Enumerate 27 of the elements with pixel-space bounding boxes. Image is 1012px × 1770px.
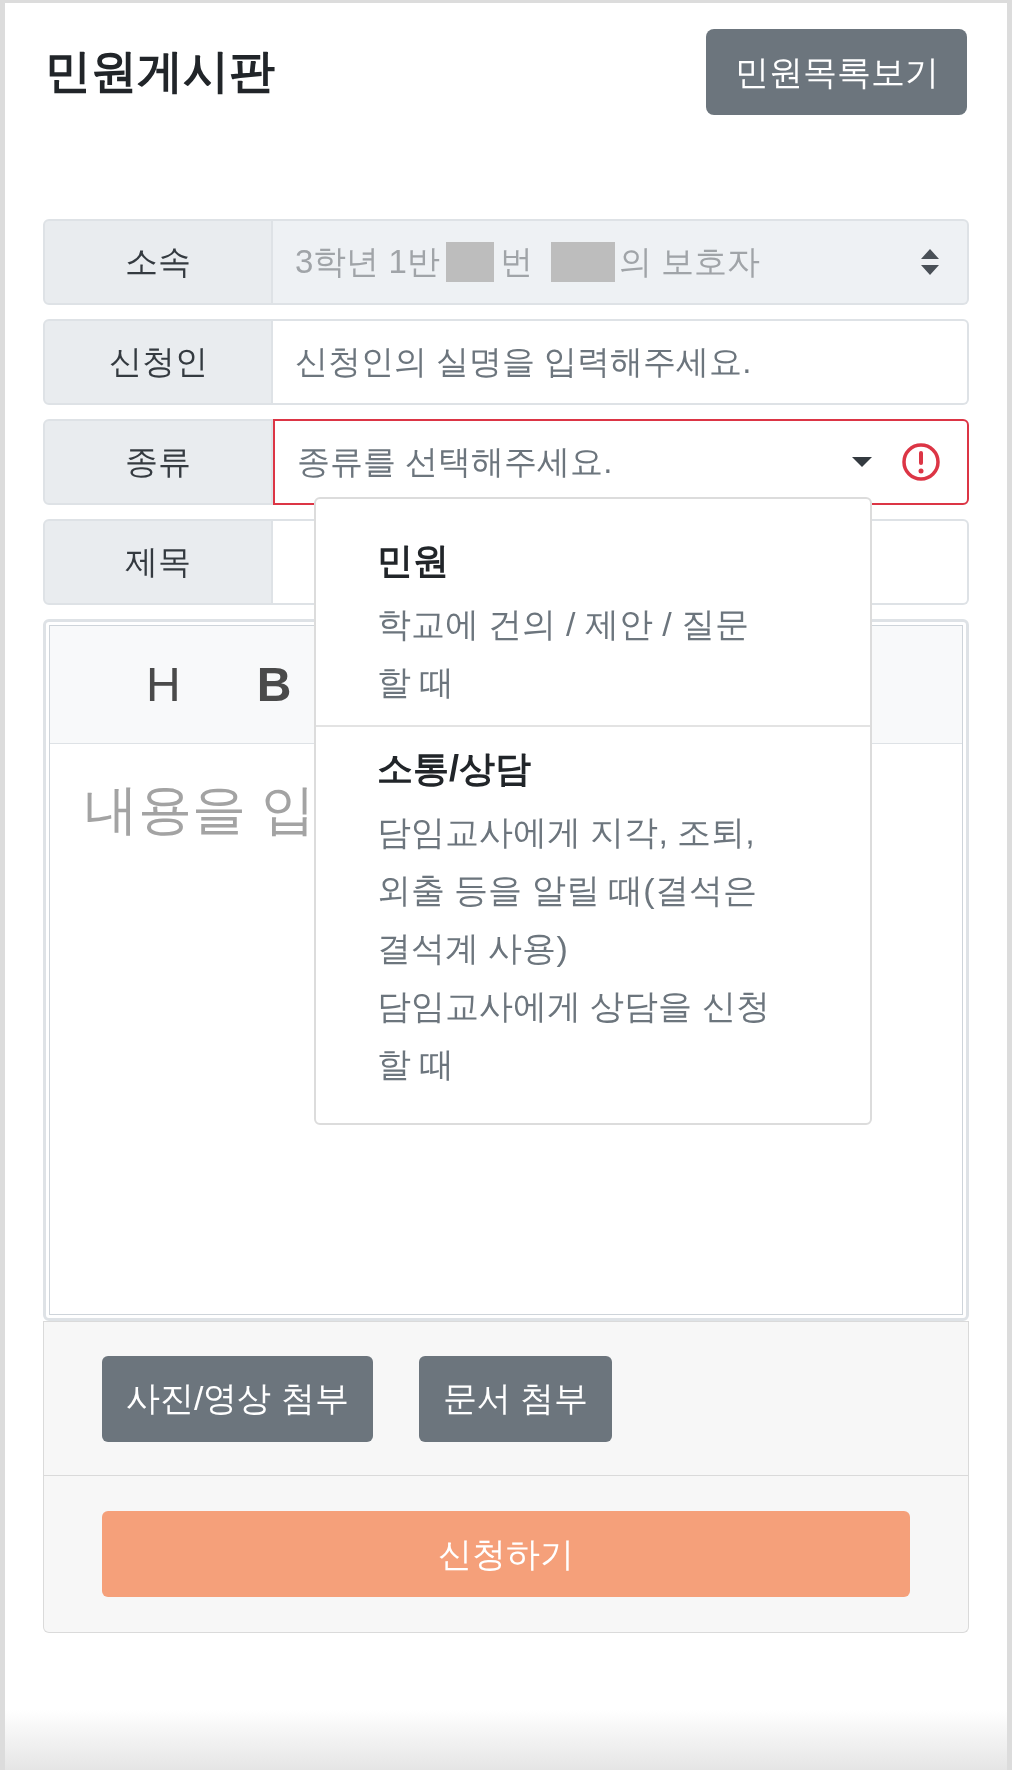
option-title: 민원 [377, 539, 450, 583]
select-value: 번 [499, 242, 533, 283]
field-label: 종류 [43, 419, 273, 505]
redaction-block [550, 242, 615, 282]
field-label: 소속 [43, 219, 273, 305]
dropdown-option[interactable]: 민원 학교에 건의 / 제안 / 질문 할 때 [316, 499, 870, 727]
caret-icon [851, 456, 873, 468]
list-button[interactable]: 민원목록보기 [706, 29, 967, 115]
option-description: 담임교사에게 상담을 신청 할 때 [377, 986, 771, 1085]
option-description: 학교에 건의 / 제안 / 질문 할 때 [377, 604, 751, 703]
heading-button[interactable]: H [146, 648, 181, 721]
input-field[interactable]: 신청인의 실명을 입력해주세요. [273, 319, 969, 405]
option-title: 소통/상담 [377, 747, 532, 791]
select-value: 의 보호자 [618, 242, 761, 283]
sort-icon [919, 247, 941, 277]
bold-button[interactable]: B [256, 648, 292, 721]
dropdown-option[interactable]: 소통/상담 담임교사에게 지각, 조퇴, 외출 등을 알릴 때(결석은 결석계 사용) 담임교사에게 상담을 신청 할 때 [316, 727, 870, 1123]
type-select[interactable]: 종류를 선택해주세요. [273, 419, 969, 505]
attach-button[interactable]: 사진/영상 첨부 [102, 1355, 373, 1442]
field-label: 제목 [43, 519, 273, 605]
redaction-block [445, 242, 494, 282]
attach-button[interactable]: 문서 첨부 [418, 1355, 613, 1442]
error-icon [901, 442, 941, 482]
select-value: 3학년 1반 [295, 242, 440, 283]
page-title: 민원게시판 [45, 44, 275, 99]
option-description: 담임교사에게 지각, 조퇴, 외출 등을 알릴 때(결석은 결석계 사용) [377, 812, 758, 969]
field-label: 신청인 [43, 319, 273, 405]
